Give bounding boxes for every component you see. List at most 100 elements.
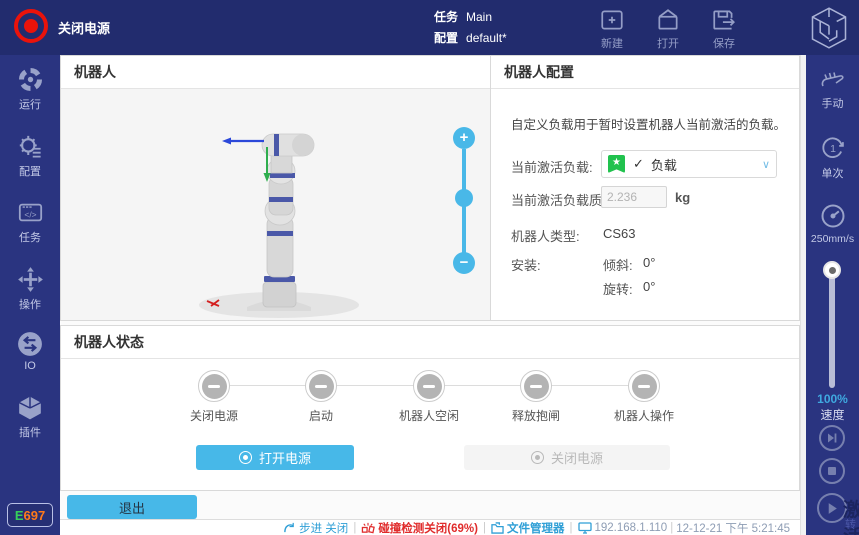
active-payload-dropdown[interactable]: ★ ✓ 负载 ∨ (601, 150, 777, 178)
error-code-badge[interactable]: E697 (7, 503, 53, 527)
new-file-icon (599, 7, 625, 33)
speed-gauge-icon (819, 202, 847, 230)
task-info: 任务Main 配置default* (434, 7, 507, 49)
sidebar-item-plugin[interactable]: 插件 (0, 395, 60, 440)
save-button[interactable]: 保存 (697, 7, 751, 51)
ip-address: 192.168.1.110 (595, 522, 668, 534)
step-label: 释放抱闸 (486, 407, 586, 424)
single-cycle-icon: 1 (819, 134, 847, 162)
file-manager-link[interactable]: 文件管理器 (491, 520, 565, 535)
speed-percent: 100% (806, 392, 859, 406)
speed-slider-track[interactable] (829, 268, 835, 388)
exit-button[interactable]: 退出 (67, 495, 197, 519)
datetime: 12-12-21 下午 5:21:45 (676, 520, 790, 535)
speed-label: 速度 (806, 406, 859, 423)
mount-label: 安装: (511, 255, 541, 274)
rotate-value: 0° (643, 279, 655, 294)
new-button[interactable]: 新建 (585, 7, 639, 51)
robot-panel: 机器人 (60, 55, 491, 321)
io-icon (17, 331, 43, 357)
zoom-in-button[interactable]: + (453, 127, 475, 149)
mode-manual-button[interactable]: 手动 (806, 66, 859, 111)
plugin-cube-icon (17, 395, 43, 421)
zoom-slider-handle[interactable] (455, 189, 473, 207)
step-label: 机器人操作 (594, 407, 694, 424)
jog-speed-button[interactable]: 250mm/s (806, 202, 859, 245)
run-mode-single-button[interactable]: 1 单次 (806, 134, 859, 181)
power-state-label: 关闭电源 (58, 0, 110, 55)
task-glyph: </> (24, 210, 36, 220)
robot-3d-view[interactable]: + − (61, 89, 490, 320)
separator: | (570, 522, 573, 534)
payload-mass-unit: kg (675, 190, 690, 205)
config-label: 配置 (434, 31, 458, 45)
speed-slider-handle[interactable] (823, 261, 841, 279)
sidebar-item-config-label: 配置 (0, 163, 60, 179)
step-label: 机器人空闲 (379, 407, 479, 424)
active-payload-value: 负载 (651, 155, 762, 174)
power-dot-icon (24, 19, 38, 33)
bookmark-star-icon: ★ (608, 155, 625, 173)
open-button-label: 打开 (641, 35, 695, 51)
config-value: default* (466, 31, 507, 45)
sidebar-item-run[interactable]: 运行 (0, 66, 60, 112)
save-button-label: 保存 (697, 35, 751, 51)
sidebar-item-operate-label: 操作 (0, 296, 60, 312)
sidebar-item-task[interactable]: </> 任务 (0, 199, 60, 245)
power-off-button-label: 关闭电源 (551, 448, 603, 467)
radio-dot-icon (239, 451, 252, 464)
check-icon: ✓ (633, 156, 644, 172)
sidebar-item-io[interactable]: IO (0, 331, 60, 372)
run-mode-single-label: 单次 (806, 165, 859, 181)
hand-icon (819, 66, 847, 92)
power-on-button[interactable]: 打开电源 (196, 445, 354, 470)
new-button-label: 新建 (585, 35, 639, 51)
open-button[interactable]: 打开 (641, 7, 695, 51)
stop-button[interactable] (819, 458, 845, 484)
move-arrows-icon (17, 266, 44, 293)
network-info[interactable]: 192.168.1.110|12-12-21 下午 5:21:45 (578, 520, 791, 535)
zoom-out-button[interactable]: − (453, 252, 475, 274)
chevron-down-icon: ∨ (762, 158, 770, 171)
separator: | (483, 522, 486, 534)
step-forward-button[interactable] (819, 425, 845, 451)
sidebar-item-config[interactable]: 配置 (0, 133, 60, 179)
run-icon (17, 66, 44, 93)
step-circle-power-off (198, 370, 230, 402)
sidebar-item-task-label: 任务 (0, 229, 60, 245)
main-content: 机器人 (60, 55, 800, 535)
statusbar: 步进 关闭 | 碰撞检测关闭(69%) | 文件管理器 | (60, 519, 800, 535)
right-control-rail: 手动 1 单次 250mm/s 100% 速度 (806, 55, 859, 535)
power-status-icon[interactable] (14, 9, 48, 43)
monitor-icon (578, 522, 592, 534)
step-mode-icon (283, 521, 296, 534)
power-on-button-label: 打开电源 (259, 448, 311, 467)
step-forward-icon (826, 432, 838, 444)
brand-logo-icon (809, 6, 849, 50)
step-label: 启动 (271, 407, 371, 424)
save-icon (711, 7, 737, 33)
payload-mass-input[interactable] (601, 186, 667, 208)
collision-detect-status[interactable]: 碰撞检测关闭(69%) (361, 520, 478, 535)
left-nav-rail: 运行 配置 </> 任务 操作 (0, 55, 60, 535)
goto-overlay-label: 转至 (845, 516, 859, 535)
sidebar-item-plugin-label: 插件 (0, 424, 60, 440)
separator: | (353, 522, 356, 534)
single-cycle-glyph: 1 (830, 143, 836, 155)
task-code-icon: </> (17, 199, 44, 226)
collision-icon (361, 521, 375, 534)
jog-speed-label: 250mm/s (806, 233, 859, 245)
sidebar-item-run-label: 运行 (0, 96, 60, 112)
sidebar-item-operate[interactable]: 操作 (0, 266, 60, 312)
robot-status-panel: 机器人状态 关闭电源 启动 机器人空闲 释放抱闸 机器人操作 打开电源 关闭电源 (60, 325, 800, 491)
error-number: 697 (23, 508, 45, 523)
tilt-value: 0° (643, 255, 655, 270)
radio-dot-icon (531, 451, 544, 464)
open-icon (655, 7, 681, 33)
task-label: 任务 (434, 10, 458, 24)
power-off-button[interactable]: 关闭电源 (464, 445, 670, 470)
robot-config-panel: 机器人配置 自定义负载用于暂时设置机器人当前激活的负载。 当前激活负载: ★ ✓… (490, 55, 800, 321)
step-mode-status[interactable]: 步进 关闭 (283, 520, 348, 535)
mode-manual-label: 手动 (806, 95, 859, 111)
play-icon (826, 502, 839, 515)
